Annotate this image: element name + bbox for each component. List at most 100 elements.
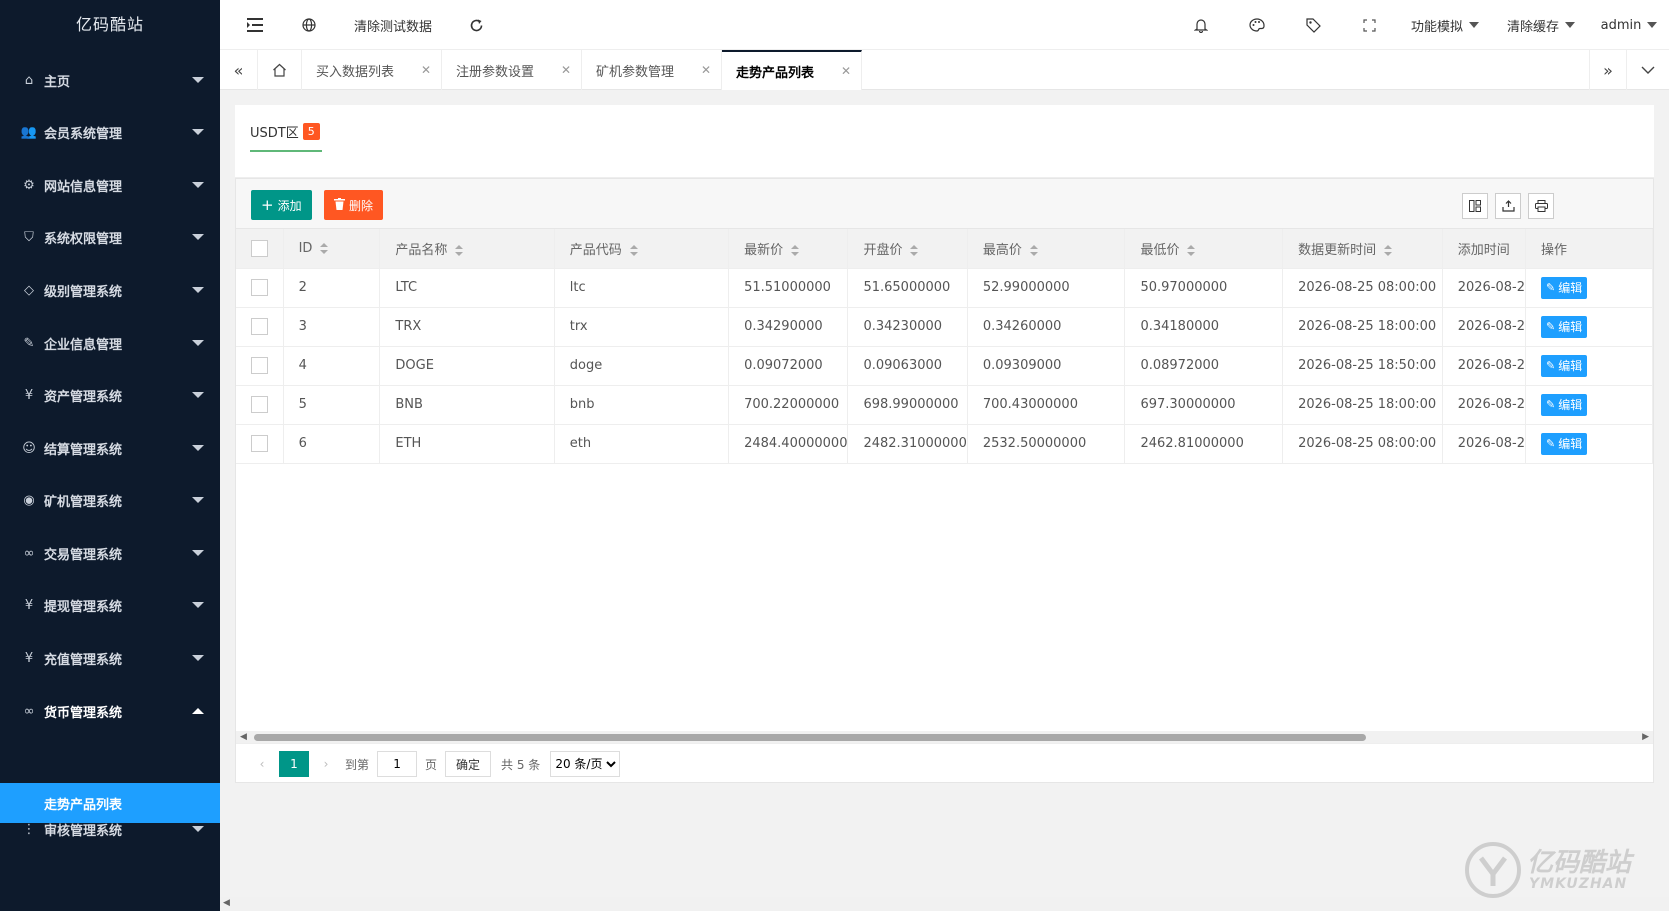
sidebar-item-recharge[interactable]: ¥ 充值管理系统	[0, 630, 220, 686]
table-row[interactable]: 5 BNB bnb 700.22000000 698.99000000 700.43000…	[236, 385, 1653, 425]
sort-icon[interactable]	[1384, 244, 1393, 256]
user-dropdown[interactable]: admin	[1589, 0, 1669, 50]
tag-icon[interactable]	[1285, 0, 1341, 50]
row-checkbox[interactable]	[251, 396, 268, 413]
sidebar-item-trading[interactable]: ∞ 交易管理系统	[0, 525, 220, 581]
sidebar-item-withdrawal[interactable]: ¥ 提现管理系统	[0, 577, 220, 633]
sidebar-item-home[interactable]: ⌂ 主页	[0, 52, 220, 108]
feature-simulation-dropdown[interactable]: 功能模拟	[1397, 0, 1493, 50]
print-icon[interactable]	[1528, 193, 1554, 219]
sidebar-item-site-info[interactable]: ⚙ 网站信息管理	[0, 157, 220, 213]
column-header-product-code[interactable]: 产品代码	[554, 229, 730, 269]
edit-button[interactable]: ✎ 编辑	[1541, 432, 1588, 455]
clear-test-data-button[interactable]: 清除测试数据	[328, 0, 458, 50]
table-row[interactable]: 4 DOGE doge 0.09072000 0.09063000 0.09309000 0…	[236, 346, 1653, 386]
edit-button[interactable]: ✎ 编辑	[1541, 315, 1588, 338]
delete-button[interactable]: 删除	[324, 190, 384, 220]
row-select-cell[interactable]	[236, 385, 284, 425]
columns-filter-icon[interactable]	[1462, 193, 1488, 219]
column-header-product-name[interactable]: 产品名称	[379, 229, 555, 269]
cell-latest-price: 0.34290000	[728, 307, 849, 347]
edit-button[interactable]: ✎ 编辑	[1541, 354, 1588, 377]
tab-usdt-zone[interactable]: USDT区 5	[250, 117, 322, 152]
close-icon[interactable]: ✕	[561, 63, 571, 77]
horizontal-scrollbar[interactable]: ◀ ▶	[236, 731, 1653, 743]
close-icon[interactable]: ✕	[841, 64, 851, 78]
chevron-down-icon	[192, 182, 204, 188]
row-checkbox[interactable]	[251, 318, 268, 335]
sort-icon[interactable]	[320, 242, 329, 254]
sidebar-item-currency[interactable]: ∞ 货币管理系统	[0, 683, 220, 739]
edit-button[interactable]: ✎ 编辑	[1541, 393, 1588, 416]
bell-icon[interactable]	[1173, 0, 1229, 50]
sort-icon[interactable]	[791, 244, 800, 256]
scroll-left-arrow-icon[interactable]: ◀	[223, 898, 230, 908]
column-header-high-price[interactable]: 最高价	[967, 229, 1126, 269]
select-all-cell[interactable]	[236, 229, 284, 269]
sidebar-item-levels[interactable]: ◇ 级别管理系统	[0, 262, 220, 318]
row-select-cell[interactable]	[236, 346, 284, 386]
home-tab-icon[interactable]	[258, 50, 302, 90]
select-all-checkbox[interactable]	[251, 239, 268, 257]
sidebar-item-permissions[interactable]: ⛉ 系统权限管理	[0, 209, 220, 265]
chevron-down-icon[interactable]	[1627, 50, 1669, 90]
edit-button[interactable]: ✎ 编辑	[1541, 276, 1588, 299]
sort-icon[interactable]	[1029, 244, 1038, 256]
page-horizontal-scrollbar[interactable]: ◀	[220, 897, 1669, 911]
table-row[interactable]: 2 LTC ltc 51.51000000 51.65000000 52.99000000…	[236, 268, 1653, 308]
row-select-cell[interactable]	[236, 268, 284, 308]
row-select-cell[interactable]	[236, 307, 284, 347]
row-checkbox[interactable]	[251, 435, 268, 452]
cell-high-price: 0.09309000	[967, 346, 1126, 386]
prev-page-icon[interactable]: ‹	[251, 751, 273, 777]
sort-icon[interactable]	[910, 244, 919, 256]
column-header-low-price[interactable]: 最低价	[1124, 229, 1284, 269]
tab-buy-data-list[interactable]: 买入数据列表 ✕	[302, 50, 442, 90]
tab-miner-params[interactable]: 矿机参数管理 ✕	[582, 50, 722, 90]
sidebar-item-settlement[interactable]: ☺ 结算管理系统	[0, 420, 220, 476]
add-button[interactable]: + 添加	[251, 190, 312, 220]
row-select-cell[interactable]	[236, 424, 284, 464]
sidebar-item-label: 主页	[44, 74, 71, 90]
close-icon[interactable]: ✕	[421, 63, 431, 77]
scrollbar-thumb[interactable]	[254, 734, 1366, 741]
column-header-id[interactable]: ID	[283, 229, 381, 269]
table-row[interactable]: 6 ETH eth 2484.40000000 2482.31000000 2532.50…	[236, 424, 1653, 464]
row-checkbox[interactable]	[251, 279, 268, 296]
sort-icon[interactable]	[629, 244, 638, 256]
menu-toggle-icon[interactable]	[220, 0, 290, 50]
sort-icon[interactable]	[1187, 244, 1196, 256]
tab-register-params[interactable]: 注册参数设置 ✕	[442, 50, 582, 90]
sidebar-item-miners[interactable]: ◉ 矿机管理系统	[0, 472, 220, 528]
column-header-latest-price[interactable]: 最新价	[728, 229, 849, 269]
goto-page-input[interactable]	[377, 751, 418, 777]
sidebar-item-label: 交易管理系统	[44, 547, 123, 563]
next-page-icon[interactable]: ›	[315, 751, 337, 777]
tab-trend-product-list[interactable]: 走势产品列表 ✕	[722, 50, 862, 90]
goto-confirm-button[interactable]: 确定	[445, 751, 492, 777]
sort-icon[interactable]	[455, 244, 464, 256]
row-checkbox[interactable]	[251, 357, 268, 374]
page-size-select[interactable]: 20 条/页	[550, 751, 621, 777]
cell-add-time: 2026-08-2	[1442, 346, 1527, 386]
refresh-icon[interactable]	[458, 0, 494, 50]
page-number-current[interactable]: 1	[279, 751, 309, 777]
yen-icon: ¥	[24, 387, 34, 403]
scroll-left-arrow-icon[interactable]: ◀	[240, 732, 247, 742]
sidebar-item-members[interactable]: 👥 会员系统管理	[0, 104, 220, 160]
export-icon[interactable]	[1495, 193, 1521, 219]
sidebar-item-enterprise[interactable]: ✎ 企业信息管理	[0, 315, 220, 371]
globe-icon[interactable]	[290, 0, 328, 50]
clear-cache-dropdown[interactable]: 清除缓存	[1493, 0, 1589, 50]
sidebar-subitem-trend-product-list[interactable]: 走势产品列表	[0, 783, 220, 823]
tabs-scroll-left-icon[interactable]: «	[220, 50, 258, 90]
palette-icon[interactable]	[1229, 0, 1285, 50]
close-icon[interactable]: ✕	[701, 63, 711, 77]
sidebar-item-assets[interactable]: ¥ 资产管理系统	[0, 367, 220, 423]
column-header-update-time[interactable]: 数据更新时间	[1282, 229, 1443, 269]
fullscreen-icon[interactable]	[1341, 0, 1397, 50]
tabs-scroll-right-icon[interactable]: »	[1589, 50, 1627, 90]
table-row[interactable]: 3 TRX trx 0.34290000 0.34230000 0.34260000 0.3…	[236, 307, 1653, 347]
scroll-right-arrow-icon[interactable]: ▶	[1642, 732, 1649, 742]
column-header-open-price[interactable]: 开盘价	[847, 229, 968, 269]
